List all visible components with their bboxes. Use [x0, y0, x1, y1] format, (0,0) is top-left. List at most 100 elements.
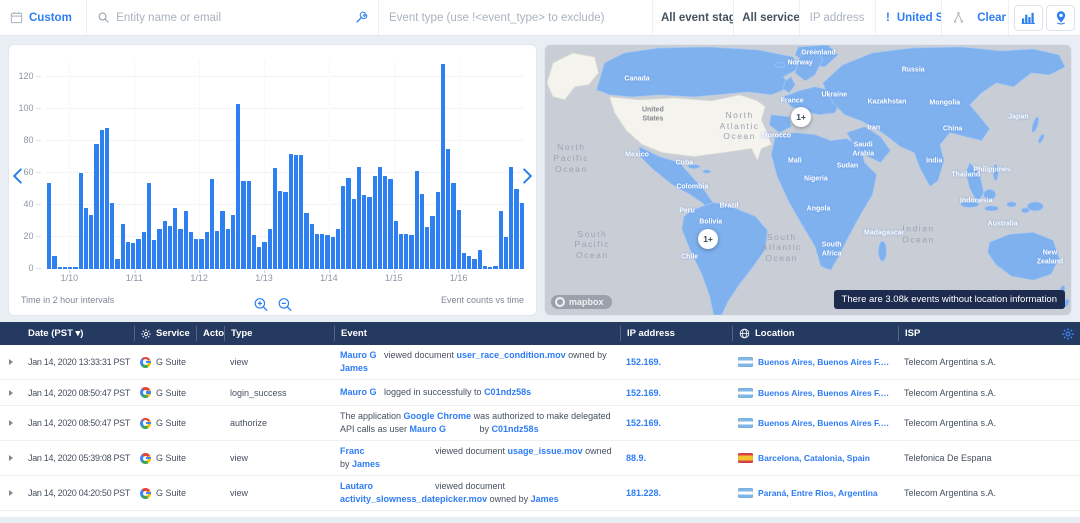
zoom-out-button[interactable]	[277, 297, 292, 312]
table-row[interactable]: Jan 14, 2020 05:39:08 PSTG SuiteviewFran…	[0, 441, 1080, 476]
event-link[interactable]: activity_slowness_datepicker.mov	[340, 494, 487, 504]
table-row[interactable]: Jan 14, 2020 04:20:50 PSTG SuiteviewLaut…	[0, 476, 1080, 511]
chart-bar	[399, 234, 403, 269]
table-row[interactable]: Jan 14, 2020 08:50:47 PSTG Suiteauthoriz…	[0, 406, 1080, 441]
cell-location[interactable]: Barcelona, Catalonia, Spain	[732, 451, 898, 465]
ip-address-input[interactable]: IP address	[800, 0, 876, 35]
ocean-label: Indian Ocean	[902, 223, 935, 244]
date-range-selector[interactable]: Custom	[0, 0, 87, 35]
event-link[interactable]: Franc	[340, 445, 435, 458]
map-view-button[interactable]	[1046, 5, 1075, 31]
services-dropdown[interactable]: All services▾	[734, 0, 799, 35]
expand-triangle-icon	[9, 390, 13, 396]
ip-column-header[interactable]: IP address	[620, 326, 732, 341]
entity-search-input[interactable]: Entity name or email	[87, 0, 379, 35]
zoom-out-icon	[277, 297, 292, 312]
cell-ip-address[interactable]: 181.228.	[620, 486, 732, 500]
row-expander[interactable]	[0, 490, 22, 496]
cluster-marker[interactable]: 1+	[698, 229, 718, 249]
event-link[interactable]: usage_issue.mov	[508, 446, 583, 456]
row-expander[interactable]	[0, 455, 22, 461]
table-settings-button[interactable]	[1056, 326, 1080, 341]
event-link[interactable]: James	[531, 494, 559, 504]
wrench-icon[interactable]	[355, 11, 368, 24]
chart-bar	[205, 232, 209, 269]
no-location-tooltip: There are 3.08k events without location …	[834, 290, 1065, 309]
event-link[interactable]: C01ndz58s	[484, 387, 531, 397]
cell-location[interactable]: Buenos Aires, Buenos Aires F.D., Argenti…	[732, 355, 898, 369]
chart-pan-right-button[interactable]	[522, 167, 533, 185]
row-expander[interactable]	[0, 359, 22, 365]
service-column-header[interactable]: Service	[134, 326, 196, 341]
event-column-header[interactable]: Event	[334, 326, 620, 341]
cell-ip-address[interactable]: 152.169.	[620, 386, 732, 400]
cell-event: Francviewed document usage_issue.mov own…	[334, 441, 620, 475]
cell-ip-address[interactable]: 152.169.	[620, 355, 732, 369]
chart-bar	[168, 226, 172, 269]
route-tool-button[interactable]	[942, 0, 975, 35]
row-expander[interactable]	[0, 390, 22, 396]
chart-pan-left-button[interactable]	[12, 167, 23, 185]
location-column-header[interactable]: Location	[732, 326, 898, 341]
mapbox-attribution[interactable]: mapbox	[551, 295, 612, 309]
entity-search-placeholder: Entity name or email	[116, 12, 349, 24]
actor-column-header[interactable]: Actor ...	[196, 326, 224, 341]
chart-bar	[194, 239, 198, 269]
cell-type: login_success	[224, 386, 334, 400]
globe-icon	[739, 328, 750, 339]
chart-bar	[320, 234, 324, 269]
ocean-label: South Pacific Ocean	[575, 229, 611, 261]
type-column-header[interactable]: Type	[224, 326, 334, 341]
chart-plot-area[interactable]	[47, 61, 524, 269]
chart-bar	[63, 267, 67, 269]
cluster-marker[interactable]: 1+	[791, 107, 811, 127]
table-row[interactable]: Jan 14, 2020 13:33:31 PSTG SuiteviewMaur…	[0, 345, 1080, 380]
country-label: China	[943, 126, 962, 135]
chevron-right-icon	[522, 167, 533, 185]
gsuite-logo-icon	[140, 488, 151, 499]
event-link[interactable]: Lautaro	[340, 480, 435, 493]
chart-bar	[226, 229, 230, 269]
chart-bar	[215, 231, 219, 269]
chart-bar	[430, 216, 434, 269]
chart-yaxis: 020406080100120	[13, 61, 43, 269]
row-expander[interactable]	[0, 420, 22, 426]
event-link[interactable]: Google Chrome	[404, 411, 472, 421]
event-type-input[interactable]: Event type (use !<event_type> to exclude…	[379, 0, 653, 35]
event-link[interactable]: Mauro G	[410, 423, 480, 436]
event-link[interactable]: Mauro G	[340, 349, 384, 362]
cell-location[interactable]: Paraná, Entre Rios, Argentina	[732, 486, 898, 500]
event-location-map-panel: North Pacific OceanNorth Atlantic OceanS…	[544, 44, 1072, 316]
event-link[interactable]: Mauro G	[340, 386, 384, 399]
cell-location[interactable]: Buenos Aires, Buenos Aires F.D., Argenti…	[732, 386, 898, 400]
cell-ip-address[interactable]: 88.9.	[620, 451, 732, 465]
chart-view-button[interactable]	[1014, 5, 1043, 31]
table-row[interactable]: Jan 13, 2020 09:53:53 PSTG SuiteviewFran…	[0, 511, 1080, 517]
search-icon	[97, 11, 110, 24]
event-link[interactable]: user_race_condition.mov	[457, 350, 566, 360]
cell-isp: Telefonica De Espana	[898, 451, 1056, 465]
cell-location[interactable]: Buenos Aires, Buenos Aires F.D., Argenti…	[732, 416, 898, 430]
chart-bar	[325, 235, 329, 269]
cell-ip-address[interactable]: 152.169.	[620, 416, 732, 430]
event-type-placeholder: Event type (use !<event_type> to exclude…	[389, 12, 604, 24]
zoom-in-button[interactable]	[253, 297, 268, 312]
event-stages-dropdown[interactable]: All event stages▾	[653, 0, 734, 35]
chart-bar	[341, 186, 345, 269]
event-link[interactable]: C01ndz58s	[492, 424, 539, 434]
service-name: G Suite	[156, 357, 186, 367]
cell-spacer	[1056, 421, 1080, 425]
event-link[interactable]: James	[340, 363, 368, 373]
country-label: New Zealand	[1037, 250, 1063, 268]
event-link[interactable]: James	[352, 459, 380, 469]
clear-filters-button[interactable]: Clear	[975, 0, 1008, 35]
chart-bar	[425, 227, 429, 269]
country-filter-chip[interactable]: ! United Sta	[876, 0, 942, 35]
cell-event: Mauro Glogged in successfully to C01ndz5…	[334, 382, 620, 403]
cell-spacer	[1056, 391, 1080, 395]
event-link[interactable]: Franc	[340, 515, 435, 517]
table-row[interactable]: Jan 14, 2020 08:50:47 PSTG Suitelogin_su…	[0, 380, 1080, 406]
isp-column-header[interactable]: ISP	[898, 326, 1056, 341]
chart-bar	[136, 239, 140, 269]
date-column-header[interactable]: Date (PST ▾)	[22, 326, 134, 341]
